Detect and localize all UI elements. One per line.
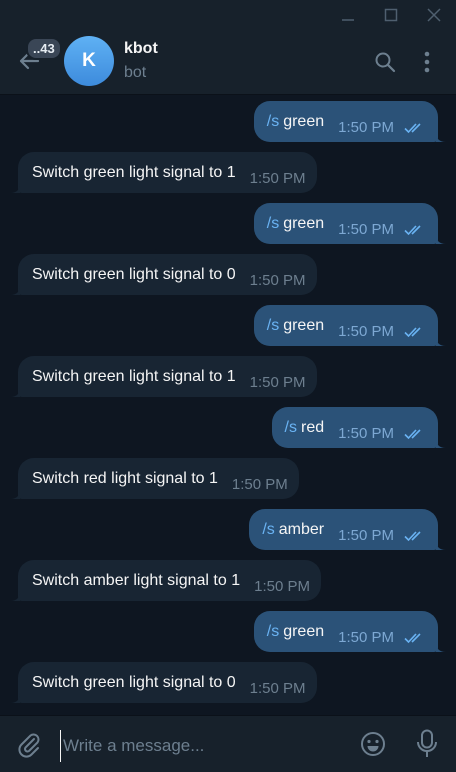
message-time: 1:50 PM bbox=[254, 577, 310, 595]
bubble-tail bbox=[436, 336, 446, 346]
double-check-icon bbox=[404, 122, 421, 133]
incoming-message[interactable]: Switch green light signal to 0 1:50 PM bbox=[10, 662, 317, 703]
bubble-tail bbox=[10, 489, 20, 499]
bubble-tail bbox=[436, 642, 446, 652]
double-check-icon bbox=[404, 428, 421, 439]
bubble-tail bbox=[10, 183, 20, 193]
emoji-icon bbox=[361, 732, 385, 756]
message-body: Switch green light signal to 1 bbox=[32, 367, 236, 385]
bubble-tail bbox=[10, 693, 20, 703]
message-time: 1:50 PM bbox=[249, 271, 306, 289]
bubble-tail bbox=[436, 234, 446, 244]
message-text: Switch green light signal to 0 bbox=[32, 266, 236, 284]
message-body: Switch green light signal to 0 bbox=[32, 673, 236, 691]
message-time: 1:50 PM bbox=[338, 526, 394, 544]
message-time: 1:50 PM bbox=[338, 118, 394, 136]
message-body: green bbox=[283, 622, 325, 640]
message-text: Switch red light signal to 1 bbox=[32, 470, 218, 488]
message-text: /s green bbox=[267, 623, 324, 641]
incoming-message[interactable]: Switch amber light signal to 1 1:50 PM bbox=[10, 560, 321, 601]
double-check-icon bbox=[404, 326, 421, 337]
attach-button[interactable] bbox=[15, 730, 43, 758]
bot-command-link[interactable]: /s bbox=[267, 623, 279, 640]
message-body: amber bbox=[278, 520, 325, 538]
message-body: Switch green light signal to 0 bbox=[32, 265, 236, 283]
search-icon bbox=[375, 52, 396, 73]
avatar[interactable]: K bbox=[64, 36, 114, 86]
double-check-icon bbox=[404, 632, 421, 643]
window-titlebar bbox=[0, 0, 456, 29]
message-time: 1:50 PM bbox=[249, 679, 306, 697]
bot-command-link[interactable]: /s bbox=[267, 113, 279, 130]
chat-status: bot bbox=[124, 64, 147, 81]
attach-icon bbox=[18, 733, 40, 758]
voice-message-button[interactable] bbox=[414, 729, 440, 759]
bot-command-link[interactable]: /s bbox=[267, 317, 279, 334]
chat-header: ..43 K kbot bot bbox=[0, 29, 456, 95]
mic-icon bbox=[417, 729, 437, 757]
close-icon bbox=[427, 7, 441, 22]
message-body: Switch green light signal to 1 bbox=[32, 163, 236, 181]
message-body: green bbox=[283, 214, 325, 232]
message-body: red bbox=[301, 418, 325, 436]
double-check-icon bbox=[404, 530, 421, 541]
incoming-message[interactable]: Switch green light signal to 0 1:50 PM bbox=[10, 254, 317, 295]
message-body: Switch red light signal to 1 bbox=[32, 469, 218, 487]
message-time: 1:50 PM bbox=[338, 220, 394, 238]
minimize-button[interactable] bbox=[327, 0, 369, 29]
message-time: 1:50 PM bbox=[338, 628, 394, 646]
message-body: green bbox=[283, 316, 325, 334]
message-body: Switch amber light signal to 1 bbox=[32, 571, 241, 589]
outgoing-message[interactable]: /s green 1:50 PM bbox=[253, 203, 446, 244]
more-icon bbox=[424, 51, 430, 73]
message-text: /s green bbox=[267, 113, 324, 131]
message-time: 1:50 PM bbox=[231, 475, 288, 493]
message-body: green bbox=[283, 112, 325, 130]
outgoing-message[interactable]: /s green 1:50 PM bbox=[253, 101, 446, 142]
emoji-button[interactable] bbox=[359, 730, 387, 758]
chat-title[interactable]: kbot bbox=[124, 40, 158, 58]
close-window-button[interactable] bbox=[413, 0, 455, 29]
minimize-icon bbox=[342, 18, 354, 21]
bubble-tail bbox=[436, 438, 446, 448]
outgoing-message[interactable]: /s amber 1:50 PM bbox=[249, 509, 446, 550]
bubble-tail bbox=[10, 591, 20, 601]
more-menu-button[interactable] bbox=[414, 49, 440, 75]
message-text: /s green bbox=[267, 317, 324, 335]
bot-command-link[interactable]: /s bbox=[285, 419, 297, 436]
bubble-tail bbox=[436, 540, 446, 550]
incoming-message[interactable]: Switch red light signal to 1 1:50 PM bbox=[10, 458, 299, 499]
maximize-icon bbox=[384, 8, 398, 21]
maximize-button[interactable] bbox=[370, 0, 412, 29]
outgoing-message[interactable]: /s green 1:50 PM bbox=[253, 611, 446, 652]
message-list[interactable]: /s green 1:50 PM Switch green light signal … bbox=[0, 95, 456, 715]
message-text: Switch green light signal to 1 bbox=[32, 368, 236, 386]
outgoing-message[interactable]: /s green 1:50 PM bbox=[253, 305, 446, 346]
message-text: Switch amber light signal to 1 bbox=[32, 572, 240, 590]
message-text: Switch green light signal to 0 bbox=[32, 674, 236, 692]
message-time: 1:50 PM bbox=[338, 322, 394, 340]
outgoing-message[interactable]: /s red 1:50 PM bbox=[271, 407, 446, 448]
bubble-tail bbox=[10, 387, 20, 397]
message-text: /s red bbox=[285, 419, 325, 437]
message-input[interactable] bbox=[60, 730, 345, 762]
bot-command-link[interactable]: /s bbox=[262, 521, 274, 538]
bubble-tail bbox=[10, 285, 20, 295]
message-time: 1:50 PM bbox=[249, 373, 306, 391]
message-time: 1:50 PM bbox=[249, 169, 306, 187]
message-text: Switch green light signal to 1 bbox=[32, 164, 236, 182]
bot-command-link[interactable]: /s bbox=[267, 215, 279, 232]
unread-count-badge: ..43 bbox=[26, 37, 62, 60]
search-button[interactable] bbox=[372, 49, 398, 75]
bubble-tail bbox=[436, 132, 446, 142]
double-check-icon bbox=[404, 224, 421, 235]
message-time: 1:50 PM bbox=[338, 424, 394, 442]
incoming-message[interactable]: Switch green light signal to 1 1:50 PM bbox=[10, 356, 317, 397]
message-text: /s green bbox=[267, 215, 324, 233]
message-composer bbox=[0, 715, 456, 772]
incoming-message[interactable]: Switch green light signal to 1 1:50 PM bbox=[10, 152, 317, 193]
message-text: /s amber bbox=[262, 521, 324, 539]
